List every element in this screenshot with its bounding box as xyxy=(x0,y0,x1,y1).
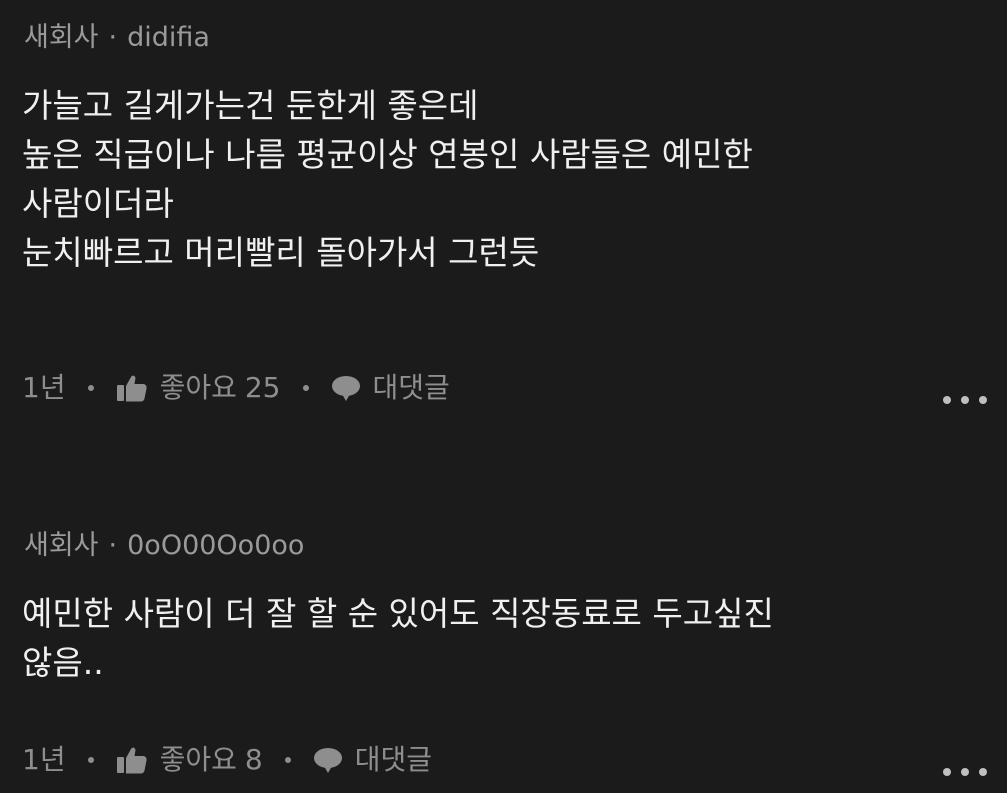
comment-line: 사람이더라 xyxy=(22,184,174,223)
comment-line: 눈치빠르고 머리빨리 돌아가서 그런듯 xyxy=(22,233,540,272)
comment-line: 높은 직급이나 나름 평균이상 연봉인 사람들은 예민한 xyxy=(22,135,753,174)
thumbs-up-icon xyxy=(116,745,148,775)
author-name[interactable]: didifia xyxy=(127,22,210,53)
comment-body: 가늘고 길게가는건 둔한게 좋은데 높은 직급이나 나름 평균이상 연봉인 사람… xyxy=(22,82,982,278)
like-count: 8 xyxy=(244,743,263,776)
action-separator xyxy=(87,757,94,763)
reply-button[interactable]: 대댓글 xyxy=(313,740,432,780)
meta-separator: · xyxy=(108,22,118,53)
reply-button[interactable]: 대댓글 xyxy=(331,368,450,408)
like-count: 25 xyxy=(244,371,281,404)
comment-line: 예민한 사람이 더 잘 할 순 있어도 직장동료로 두고싶진 xyxy=(22,594,774,633)
more-options-button[interactable] xyxy=(943,762,987,782)
more-dot xyxy=(943,768,951,776)
company-name: 새회사 xyxy=(24,22,99,53)
comment-time: 1년 xyxy=(22,743,66,776)
more-dot xyxy=(961,396,969,404)
comment-actions: 1년 좋아요 25 대댓글 xyxy=(22,368,450,408)
more-dot xyxy=(979,768,987,776)
thumbs-up-icon xyxy=(116,373,148,403)
reply-label: 대댓글 xyxy=(354,743,432,776)
company-name: 새회사 xyxy=(24,530,99,561)
action-separator xyxy=(284,757,291,763)
like-button[interactable]: 좋아요 25 xyxy=(116,368,281,408)
meta-separator: · xyxy=(108,530,118,561)
speech-bubble-icon xyxy=(313,746,343,774)
action-separator xyxy=(302,385,309,391)
like-label: 좋아요 xyxy=(159,371,237,404)
comment-meta: 새회사 · didifia xyxy=(24,18,210,58)
more-dot xyxy=(961,768,969,776)
comment-actions: 1년 좋아요 8 대댓글 xyxy=(22,740,432,780)
comment-meta: 새회사 · 0oO00Oo0oo xyxy=(24,526,304,566)
comment-line: 가늘고 길게가는건 둔한게 좋은데 xyxy=(22,86,479,125)
author-name[interactable]: 0oO00Oo0oo xyxy=(127,530,304,561)
more-dot xyxy=(943,396,951,404)
comment-body: 예민한 사람이 더 잘 할 순 있어도 직장동료로 두고싶진 않음.. xyxy=(22,590,982,688)
more-dot xyxy=(979,396,987,404)
like-button[interactable]: 좋아요 8 xyxy=(116,740,263,780)
comment-line: 않음.. xyxy=(22,643,104,682)
comment-time: 1년 xyxy=(22,371,66,404)
speech-bubble-icon xyxy=(331,374,361,402)
reply-label: 대댓글 xyxy=(372,371,450,404)
like-label: 좋아요 xyxy=(159,743,237,776)
action-separator xyxy=(87,385,94,391)
more-options-button[interactable] xyxy=(943,390,987,410)
